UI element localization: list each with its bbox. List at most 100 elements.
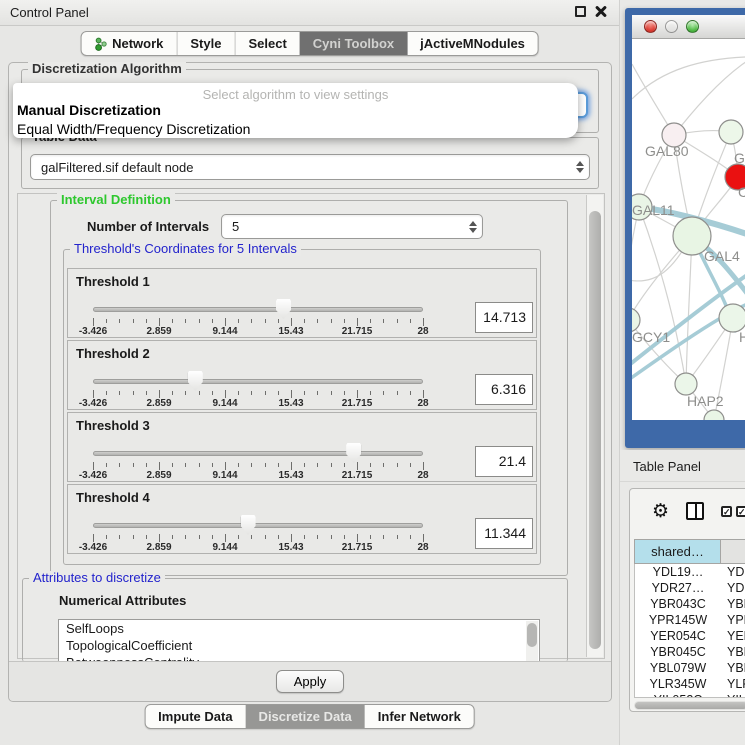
node-label: C	[738, 184, 745, 200]
table-row[interactable]: YDR27…YDR2	[635, 580, 745, 596]
network-window-titlebar	[632, 15, 745, 39]
close-icon[interactable]	[595, 5, 607, 17]
control-panel-tabstrip: Network Style Select Cyni Toolbox jActiveMNo…	[80, 31, 539, 56]
interval-definition-label: Interval Definition	[57, 193, 175, 207]
close-traffic-light-icon[interactable]	[644, 20, 657, 33]
table-data-value: galFiltered.sif default node	[31, 160, 571, 175]
slider-ticks	[93, 533, 423, 542]
table-row[interactable]: YLR345WYLR3	[635, 676, 745, 692]
select-columns-checkbox-icon[interactable]: ✓	[721, 506, 732, 517]
slider-handle[interactable]	[188, 371, 203, 391]
threshold-value-field[interactable]: 14.713	[475, 302, 533, 333]
slider-handle[interactable]	[241, 515, 256, 535]
apply-button[interactable]: Apply	[276, 670, 344, 693]
cell-name: YBR0	[721, 596, 745, 612]
attributes-group: Attributes to discretize Numerical Attri…	[22, 578, 568, 662]
combo-stepper-icon	[571, 161, 589, 173]
slider-handle[interactable]	[346, 443, 361, 463]
dropdown-option[interactable]: Manual Discretization	[13, 101, 578, 120]
column-header[interactable]: na	[720, 539, 745, 564]
slider-tick-labels: -3.4262.8599.14415.4321.71528	[93, 398, 423, 409]
cell-name: YIL0	[721, 692, 745, 698]
cell-name: YDR2	[721, 580, 745, 596]
table-data-combobox[interactable]: galFiltered.sif default node	[30, 154, 590, 180]
interval-definition-group: Interval Definition Number of Intervals …	[50, 200, 568, 576]
network-node[interactable]	[675, 373, 697, 395]
slider-track[interactable]	[93, 379, 423, 384]
table-row[interactable]: YBR043CYBR0	[635, 596, 745, 612]
slider-track[interactable]	[93, 451, 423, 456]
zoom-traffic-light-icon[interactable]	[686, 20, 699, 33]
node-label: GCY1	[632, 329, 670, 345]
threshold-value-field[interactable]: 6.316	[475, 374, 533, 405]
tab-network[interactable]: Network	[81, 32, 176, 55]
attribute-list-item[interactable]: TopologicalCoefficient	[59, 637, 539, 654]
tab-cyni-toolbox[interactable]: Cyni Toolbox	[300, 32, 407, 55]
table-row[interactable]: YER054CYER0	[635, 628, 745, 644]
numerical-attributes-list[interactable]: SelfLoopsTopologicalCoefficientBetweenne…	[58, 619, 540, 665]
node-label: H	[739, 329, 745, 345]
float-window-icon[interactable]	[575, 6, 586, 17]
tab-jactivemnodules[interactable]: jActiveMNodules	[407, 32, 538, 55]
cell-name: YDL1	[721, 564, 745, 580]
bottom-tab-infer-network[interactable]: Infer Network	[365, 705, 474, 728]
network-canvas[interactable]: GAL80GACGAL11GAL4GCY1HHAP2	[632, 39, 745, 420]
gear-icon[interactable]: ⚙	[652, 501, 669, 521]
cell-shared-name: YBR043C	[635, 596, 721, 612]
num-intervals-combobox[interactable]: 5	[221, 214, 483, 239]
cell-shared-name: YDL19…	[635, 564, 721, 580]
slider-ticks	[93, 317, 423, 326]
select-columns-checkbox-icon[interactable]: ✓	[736, 506, 745, 517]
table-row[interactable]: YBL079WYBL0	[635, 660, 745, 676]
tab-label: Select	[248, 36, 286, 51]
cell-name: YLR3	[721, 676, 745, 692]
threshold-row: Threshold 4 -3.4262.8599.14415.4321.71528…	[67, 484, 537, 554]
bottom-tab-impute-data[interactable]: Impute Data	[145, 705, 245, 728]
threshold-value-field[interactable]: 21.4	[475, 446, 533, 477]
tab-label: jActiveMNodules	[420, 36, 525, 51]
dropdown-option[interactable]: Equal Width/Frequency Discretization	[13, 120, 578, 138]
network-edge[interactable]	[632, 207, 639, 299]
column-header[interactable]: shared…	[634, 539, 720, 564]
table-row[interactable]: YIL052CYIL0	[635, 692, 745, 698]
cyni-toolbox-panel: Discretization Algorithm Table Data galF…	[8, 62, 612, 702]
threshold-row: Threshold 1-3.4262.8599.14415.4321.71528…	[67, 268, 537, 338]
slider-handle[interactable]	[276, 299, 291, 319]
bottom-tabstrip: Impute DataDiscretize Data Infer Network	[144, 704, 475, 729]
network-node[interactable]	[719, 304, 745, 332]
threshold-row: Threshold 2-3.4262.8599.14415.4321.71528…	[67, 340, 537, 410]
tab-label: Infer Network	[378, 709, 461, 724]
table-data-group: Table Data galFiltered.sif default node	[21, 137, 599, 189]
table-row[interactable]: YDL19…YDL1	[635, 564, 745, 580]
tab-select[interactable]: Select	[234, 32, 299, 55]
table-horizontal-scrollbar[interactable]	[634, 701, 745, 710]
bottom-tab-discretize-data[interactable]: Discretize Data	[246, 705, 365, 728]
threshold-label: Threshold 4	[76, 490, 150, 505]
table-row[interactable]: YPR145WYPR1	[635, 612, 745, 628]
slider-ticks	[93, 389, 423, 398]
tab-label: Network	[112, 36, 163, 51]
threshold-value-field[interactable]: 11.344	[475, 518, 533, 549]
attribute-list-item[interactable]: SelfLoops	[59, 620, 539, 637]
tab-style[interactable]: Style	[176, 32, 234, 55]
cell-shared-name: YBR045C	[635, 644, 721, 660]
tab-label: Cyni Toolbox	[313, 36, 394, 51]
slider-tick-labels: -3.4262.8599.14415.4321.71528	[93, 542, 423, 553]
minimize-traffic-light-icon[interactable]	[665, 20, 678, 33]
cell-shared-name: YIL052C	[635, 692, 721, 698]
network-view-window[interactable]: GAL80GACGAL11GAL4GCY1HHAP2	[625, 8, 745, 448]
settings-scrollbar[interactable]	[586, 195, 603, 657]
slider-ticks	[93, 461, 423, 470]
node-attribute-table: shared…na YDL19…YDL1YDR27…YDR2YBR043CYBR…	[634, 539, 745, 698]
dropdown-hint: Select algorithm to view settings	[13, 83, 578, 101]
network-node[interactable]	[719, 120, 743, 144]
table-row[interactable]: YBR045CYBR0	[635, 644, 745, 660]
network-edge[interactable]	[686, 236, 692, 384]
slider-track[interactable]	[93, 523, 423, 528]
attributes-scrollbar[interactable]	[526, 621, 538, 665]
split-columns-icon[interactable]	[686, 502, 704, 520]
attributes-group-label: Attributes to discretize	[29, 571, 165, 585]
cell-name: YPR1	[721, 612, 745, 628]
slider-track[interactable]	[93, 307, 423, 312]
control-panel-title: Control Panel	[10, 5, 89, 20]
